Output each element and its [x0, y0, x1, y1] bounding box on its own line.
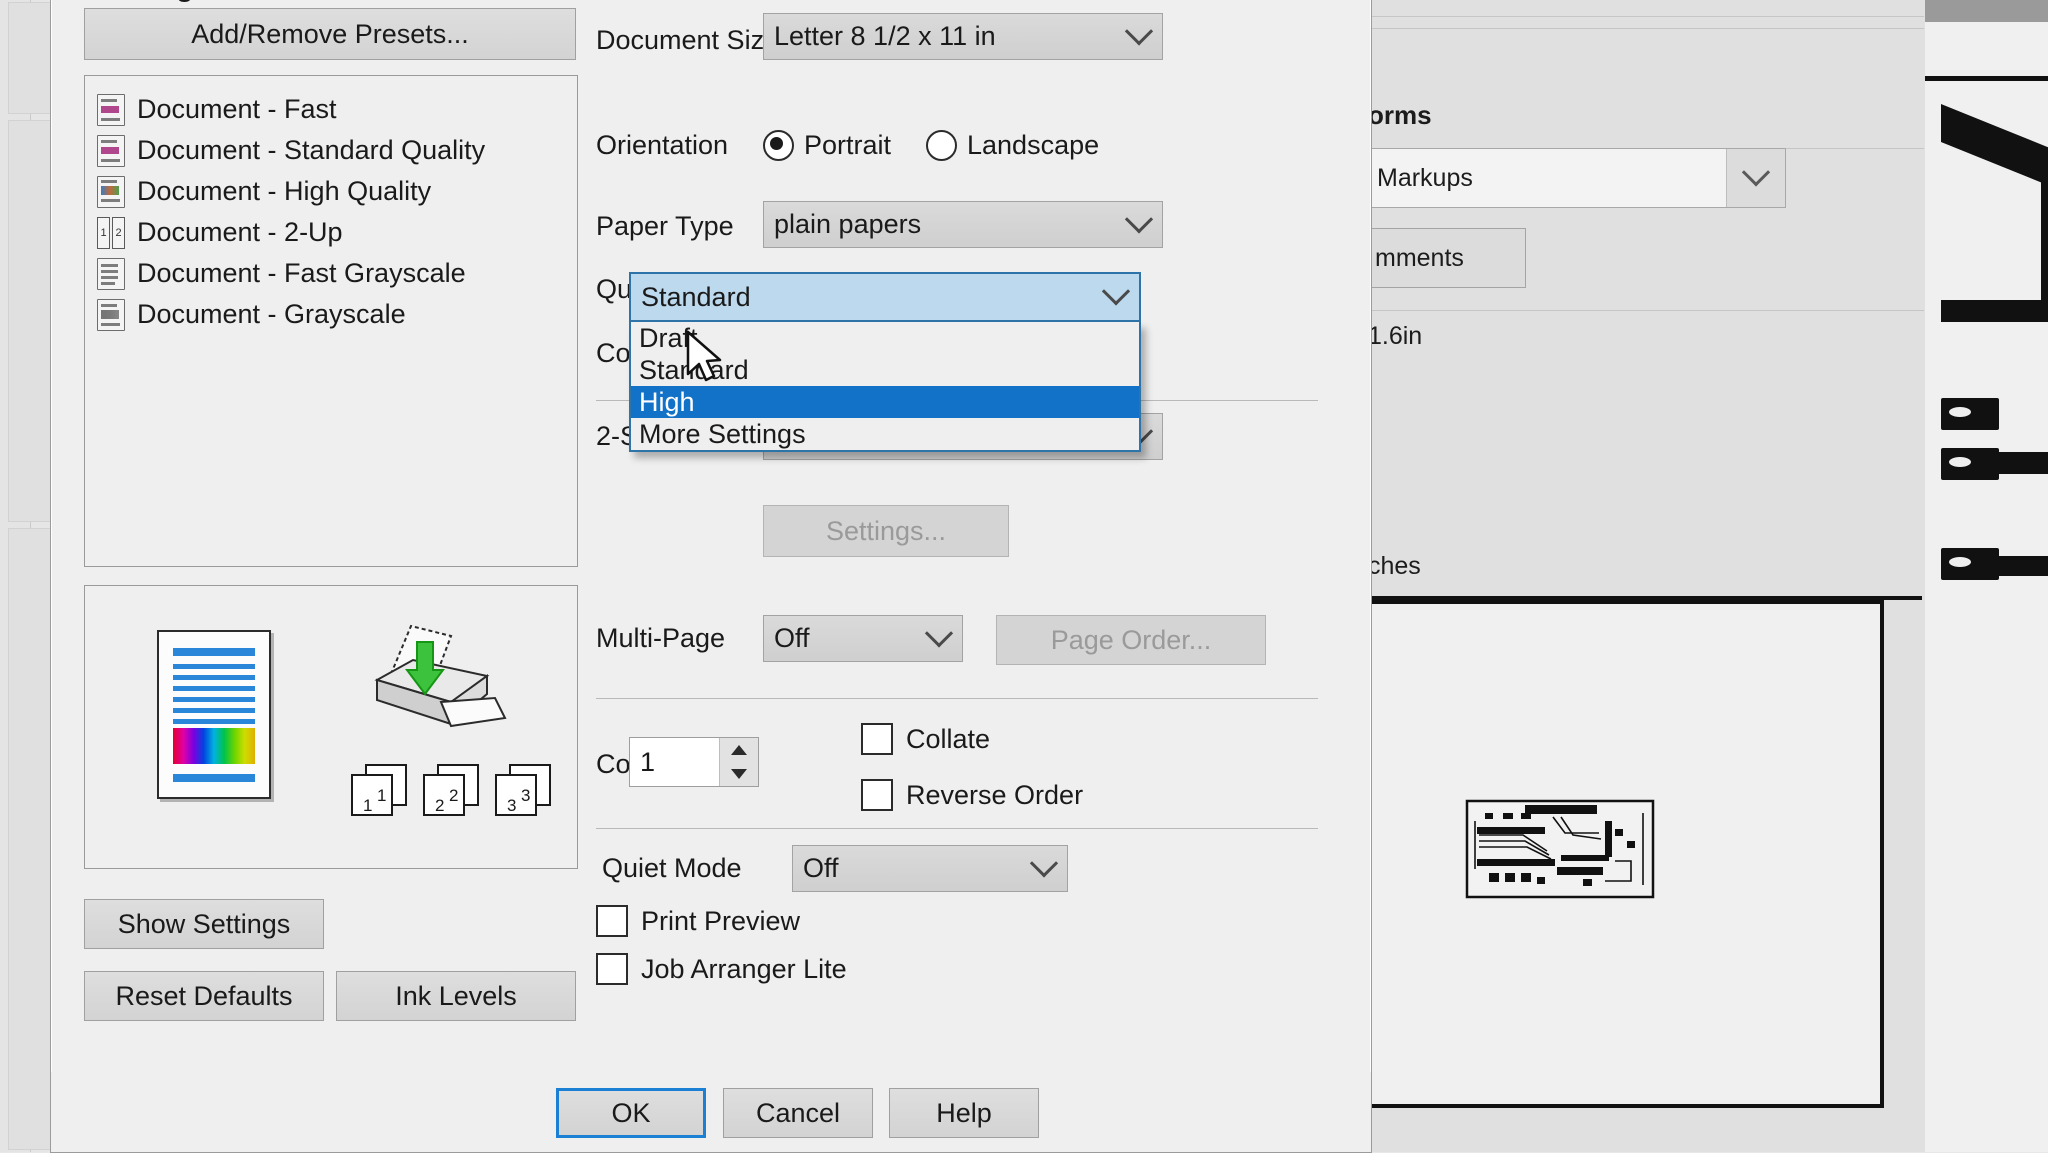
reverse-order-checkbox[interactable]: Reverse Order	[861, 779, 1083, 811]
list-item-label: Document - Standard Quality	[137, 135, 485, 166]
checkbox-unchecked-icon	[596, 953, 628, 985]
preset-standard-icon	[97, 135, 125, 167]
copies-value: 1	[630, 738, 719, 786]
list-item-label: Document - High Quality	[137, 176, 431, 207]
dialog-footer: OK Cancel Help	[50, 1072, 1372, 1153]
preset-list[interactable]: Document - Fast Document - Standard Qual…	[84, 75, 578, 567]
acrobat-page-size-text: 1.6in	[1368, 322, 1422, 351]
settings-column: Document Size Letter 8 1/2 x 11 in Orien…	[596, 0, 1356, 1045]
quality-dropdown-list[interactable]: Draft Standard High More Settings	[629, 322, 1141, 452]
collate-checkbox[interactable]: Collate	[861, 723, 990, 755]
list-item[interactable]: Document - Standard Quality	[85, 130, 577, 171]
reset-defaults-button[interactable]: Reset Defaults	[84, 971, 324, 1021]
quiet-mode-label: Quiet Mode	[602, 853, 742, 884]
chevron-down-icon[interactable]	[1116, 27, 1162, 47]
radio-off-icon	[926, 130, 957, 161]
paper-type-value: plain papers	[764, 209, 1116, 240]
page-order-button[interactable]: Page Order...	[996, 615, 1266, 665]
print-preview-checkbox[interactable]: Print Preview	[596, 905, 800, 937]
chevron-down-icon[interactable]	[1116, 215, 1162, 235]
printing-presets-title: Printing Presets	[84, 0, 306, 4]
copies-increment-button[interactable]	[720, 738, 758, 762]
list-item-label: Document - Fast Grayscale	[137, 258, 466, 289]
multi-page-label: Multi-Page	[596, 623, 725, 654]
list-item[interactable]: Document - High Quality	[85, 171, 577, 212]
acrobat-forms-heading: orms	[1368, 100, 1432, 131]
acrobat-comments-combo[interactable]: Markups	[1368, 148, 1786, 208]
copies-stepper[interactable]: 1	[629, 737, 759, 787]
divider	[596, 698, 1318, 699]
list-item[interactable]: Document - Fast	[85, 89, 577, 130]
divider	[596, 828, 1318, 829]
printer-icon	[355, 614, 515, 744]
help-button[interactable]: Help	[889, 1088, 1039, 1138]
chevron-down-icon[interactable]	[1021, 859, 1067, 879]
copy-pair-icon: 11	[351, 764, 403, 812]
preset-preview-box: 11 22 33	[84, 585, 578, 869]
orientation-landscape-radio[interactable]: Landscape	[926, 130, 1099, 161]
ink-levels-button[interactable]: Ink Levels	[336, 971, 576, 1021]
checkbox-unchecked-icon	[596, 905, 628, 937]
copy-pair-icon: 22	[423, 764, 475, 812]
acrobat-page-preview	[1366, 600, 1884, 1108]
radio-on-icon	[763, 130, 794, 161]
multi-page-value: Off	[764, 623, 916, 654]
quality-option-high[interactable]: High	[631, 386, 1139, 418]
orientation-landscape-label: Landscape	[967, 130, 1099, 161]
document-preview-icon	[157, 630, 271, 799]
two-sided-settings-button[interactable]: Settings...	[763, 505, 1009, 557]
add-remove-presets-button[interactable]: Add/Remove Presets...	[84, 8, 576, 60]
pcb-zoom-view	[1925, 0, 2048, 1152]
document-size-value: Letter 8 1/2 x 11 in	[764, 21, 1116, 52]
copy-pair-icon: 33	[495, 764, 547, 812]
job-arranger-label: Job Arranger Lite	[641, 954, 847, 985]
quiet-mode-value: Off	[793, 853, 1021, 884]
pcb-preview-thumbnail	[1465, 799, 1655, 899]
show-settings-button[interactable]: Show Settings	[84, 899, 324, 949]
job-arranger-checkbox[interactable]: Job Arranger Lite	[596, 953, 847, 985]
multi-page-combo[interactable]: Off	[763, 615, 963, 662]
quality-option-draft[interactable]: Draft	[631, 322, 1139, 354]
quality-value: Standard	[631, 282, 1093, 313]
ok-button[interactable]: OK	[556, 1088, 706, 1138]
paper-type-label: Paper Type	[596, 211, 734, 242]
quality-option-more-settings[interactable]: More Settings	[631, 418, 1139, 450]
cancel-button[interactable]: Cancel	[723, 1088, 873, 1138]
reverse-order-label: Reverse Order	[906, 780, 1083, 811]
paper-type-combo[interactable]: plain papers	[763, 201, 1163, 248]
preset-high-icon	[97, 176, 125, 208]
copies-preview-icons: 11 22 33	[351, 764, 547, 812]
chevron-down-icon[interactable]	[1726, 149, 1785, 207]
list-item-label: Document - Grayscale	[137, 299, 406, 330]
checkbox-unchecked-icon	[861, 723, 893, 755]
checkbox-unchecked-icon	[861, 779, 893, 811]
preset-fast-icon	[97, 94, 125, 126]
list-item-label: Document - 2-Up	[137, 217, 343, 248]
list-item[interactable]: Document - Fast Grayscale	[85, 253, 577, 294]
acrobat-comments-value: Markups	[1369, 164, 1726, 193]
orientation-label: Orientation	[596, 130, 728, 161]
chevron-down-icon[interactable]	[916, 629, 962, 649]
list-item[interactable]: 12 Document - 2-Up	[85, 212, 577, 253]
document-size-combo[interactable]: Letter 8 1/2 x 11 in	[763, 13, 1163, 60]
list-item-label: Document - Fast	[137, 94, 337, 125]
print-preview-label: Print Preview	[641, 906, 800, 937]
printer-properties-dialog: Printing Presets Add/Remove Presets... D…	[50, 0, 1372, 1074]
orientation-portrait-radio[interactable]: Portrait	[763, 130, 891, 161]
quality-combo[interactable]: Standard	[629, 272, 1141, 322]
acrobat-summarize-comments-button[interactable]: mments	[1368, 228, 1526, 288]
copies-decrement-button[interactable]	[720, 762, 758, 786]
preset-fast-grayscale-icon	[97, 258, 125, 290]
list-item[interactable]: Document - Grayscale	[85, 294, 577, 335]
quality-option-standard[interactable]: Standard	[631, 354, 1139, 386]
preset-2up-icon: 12	[97, 217, 125, 249]
preset-grayscale-icon	[97, 299, 125, 331]
chevron-down-icon[interactable]	[1093, 287, 1139, 307]
quiet-mode-combo[interactable]: Off	[792, 845, 1068, 892]
document-size-label: Document Size	[596, 25, 779, 56]
collate-label: Collate	[906, 724, 990, 755]
acrobat-units-text: ches	[1368, 552, 1421, 581]
orientation-portrait-label: Portrait	[804, 130, 891, 161]
